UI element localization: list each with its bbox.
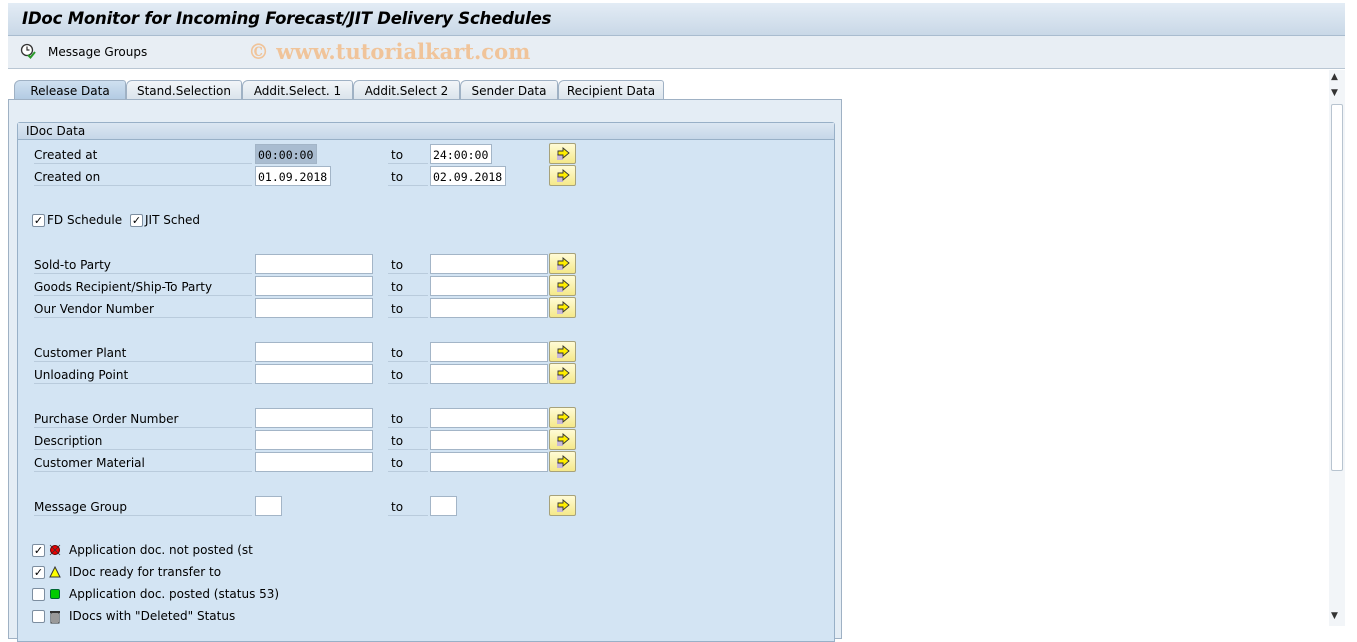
sold-to-party-to-input[interactable] [430,254,548,274]
message-group-to-input[interactable] [430,496,457,516]
unloading-point-to-input[interactable] [430,364,548,384]
toolbar: Message Groups © www.tutorialkart.com [8,36,1345,69]
arrow-right-icon [557,257,570,270]
description-to-input[interactable] [430,430,548,450]
created-on-multiple-selection-button[interactable] [549,165,576,186]
red-status-icon [49,544,61,559]
arrow-right-icon [557,411,570,424]
unloading-point-multiple-selection-button[interactable] [549,363,576,384]
our-vendor-number-from-input[interactable] [255,298,373,318]
unloading-point-label: Unloading Point [34,364,252,384]
purchase-order-number-label: Purchase Order Number [34,408,252,428]
tab-release-data[interactable]: Release Data [14,80,126,99]
arrow-right-icon [557,147,570,160]
yellow-warning-icon [49,565,61,581]
customer-plant-from-input[interactable] [255,342,373,362]
page-title: IDoc Monitor for Incoming Forecast/JIT D… [22,9,552,28]
message-groups-button[interactable]: Message Groups [48,45,147,59]
to-label: to [388,342,428,362]
customer-material-multiple-selection-button[interactable] [549,451,576,472]
arrow-right-icon [557,345,570,358]
description-from-input[interactable] [255,430,373,450]
to-label: to [388,408,428,428]
goods-recipient-ship-to-party-from-input[interactable] [255,276,373,296]
checkbox-status-1[interactable]: ✓ [32,566,45,579]
purchase-order-number-to-input[interactable] [430,408,548,428]
group-title: IDoc Data [18,123,834,140]
arrow-right-icon [557,279,570,292]
sold-to-party-multiple-selection-button[interactable] [549,253,576,274]
watermark: © www.tutorialkart.com [248,39,531,64]
unloading-point-from-input[interactable] [255,364,373,384]
customer-plant-label: Customer Plant [34,342,252,362]
status-checkbox-label: IDocs with "Deleted" Status [69,609,236,623]
customer-plant-multiple-selection-button[interactable] [549,341,576,362]
message-group-multiple-selection-button[interactable] [549,495,576,516]
to-label: to [388,496,428,516]
status-checkbox-label: Application doc. not posted (st [69,543,253,557]
green-status-icon [49,588,61,603]
status-checkbox-label: IDoc ready for transfer to [69,565,222,579]
our-vendor-number-label: Our Vendor Number [34,298,252,318]
arrow-right-icon [557,301,570,314]
scroll-down-icon[interactable]: ▼ [1331,611,1338,621]
description-label: Description [34,430,252,450]
scroll-up-icon[interactable]: ▲ [1331,72,1338,82]
message-group-label: Message Group [34,496,252,516]
arrow-right-icon [557,455,570,468]
customer-material-from-input[interactable] [255,452,373,472]
goods-recipient-ship-to-party-multiple-selection-button[interactable] [549,275,576,296]
goods-recipient-ship-to-party-to-input[interactable] [430,276,548,296]
created-on-from-input[interactable]: 01.09.2018 [255,166,331,186]
created-on-to-input[interactable]: 02.09.2018 [430,166,506,186]
created-at-from-input[interactable]: 00:00:00 [255,144,317,164]
created-on-label: Created on [34,166,252,186]
to-label: to [388,166,428,186]
checkbox-fd-schedule[interactable]: ✓ [32,214,45,227]
customer-material-label: Customer Material [34,452,252,472]
checkbox-status-0[interactable]: ✓ [32,544,45,557]
purchase-order-number-from-input[interactable] [255,408,373,428]
to-label: to [388,430,428,450]
sold-to-party-from-input[interactable] [255,254,373,274]
created-at-multiple-selection-button[interactable] [549,143,576,164]
to-label: to [388,452,428,472]
our-vendor-number-to-input[interactable] [430,298,548,318]
trash-icon [49,610,61,627]
customer-plant-to-input[interactable] [430,342,548,362]
to-label: to [388,298,428,318]
arrow-right-icon [557,499,570,512]
tab-addit-select-1[interactable]: Addit.Select. 1 [242,80,353,99]
created-at-to-input[interactable]: 24:00:00 [430,144,492,164]
tab-sender-data[interactable]: Sender Data [460,80,558,99]
checkbox-label: JIT Sched [145,213,201,227]
status-checkbox-label: Application doc. posted (status 53) [69,587,280,601]
our-vendor-number-multiple-selection-button[interactable] [549,297,576,318]
to-label: to [388,144,428,164]
clock-check-icon[interactable] [20,43,36,59]
scroll-page-up-icon[interactable]: ▼ [1331,88,1338,98]
title-bar: IDoc Monitor for Incoming Forecast/JIT D… [8,3,1345,36]
arrow-right-icon [557,433,570,446]
description-multiple-selection-button[interactable] [549,429,576,450]
checkbox-status-3[interactable] [32,610,45,623]
created-at-label: Created at [34,144,252,164]
scrollbar-thumb[interactable] [1331,104,1343,471]
tab-recipient-data[interactable]: Recipient Data [558,80,664,99]
goods-recipient-ship-to-party-label: Goods Recipient/Ship-To Party [34,276,252,296]
customer-material-to-input[interactable] [430,452,548,472]
tab-stand-selection[interactable]: Stand.Selection [126,80,242,99]
checkbox-status-2[interactable] [32,588,45,601]
purchase-order-number-multiple-selection-button[interactable] [549,407,576,428]
tab-addit-select-2[interactable]: Addit.Select 2 [353,80,460,99]
arrow-right-icon [557,169,570,182]
checkbox-label: FD Schedule [47,213,123,227]
sold-to-party-label: Sold-to Party [34,254,252,274]
to-label: to [388,364,428,384]
arrow-right-icon [557,367,570,380]
message-group-from-input[interactable] [255,496,282,516]
to-label: to [388,254,428,274]
checkbox-jit-sched[interactable]: ✓ [130,214,143,227]
to-label: to [388,276,428,296]
